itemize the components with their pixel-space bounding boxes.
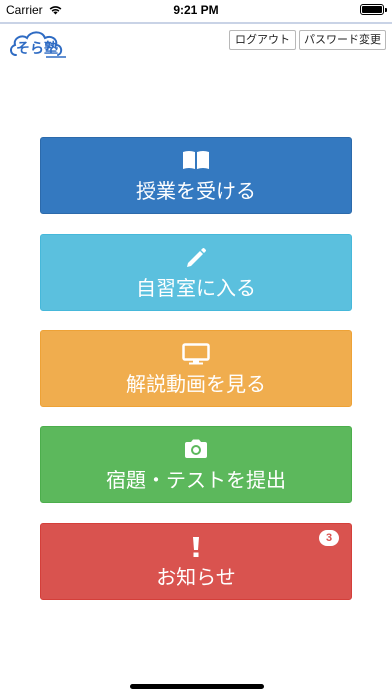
home-indicator[interactable] [130,684,264,689]
submit-button[interactable]: 宿題・テストを提出 [40,426,352,503]
lesson-button[interactable]: 授業を受ける [40,137,352,214]
book-icon [183,151,209,169]
notice-label: お知らせ [156,565,236,589]
exclamation-icon [193,537,199,557]
header-divider [0,22,392,24]
submit-label: 宿題・テストを提出 [106,468,286,492]
battery-icon [360,4,384,15]
password-change-button[interactable]: パスワード変更 [299,30,386,50]
battery-tip [385,8,387,12]
video-button[interactable]: 解説動画を見る [40,330,352,407]
self-study-button[interactable]: 自習室に入る [40,234,352,311]
logo-text: そら塾 [16,41,58,57]
notice-button[interactable]: 3 お知らせ [40,523,352,600]
logout-button[interactable]: ログアウト [229,30,296,50]
clock: 9:21 PM [173,3,219,17]
lesson-label: 授業を受ける [136,179,256,203]
pencil-icon [187,248,206,267]
camera-icon [185,439,207,458]
monitor-icon [182,343,210,365]
status-bar: Carrier 9:21 PM [0,0,392,22]
video-label: 解説動画を見る [126,372,266,396]
self-study-label: 自習室に入る [136,276,256,300]
notice-count-badge: 3 [319,530,339,546]
